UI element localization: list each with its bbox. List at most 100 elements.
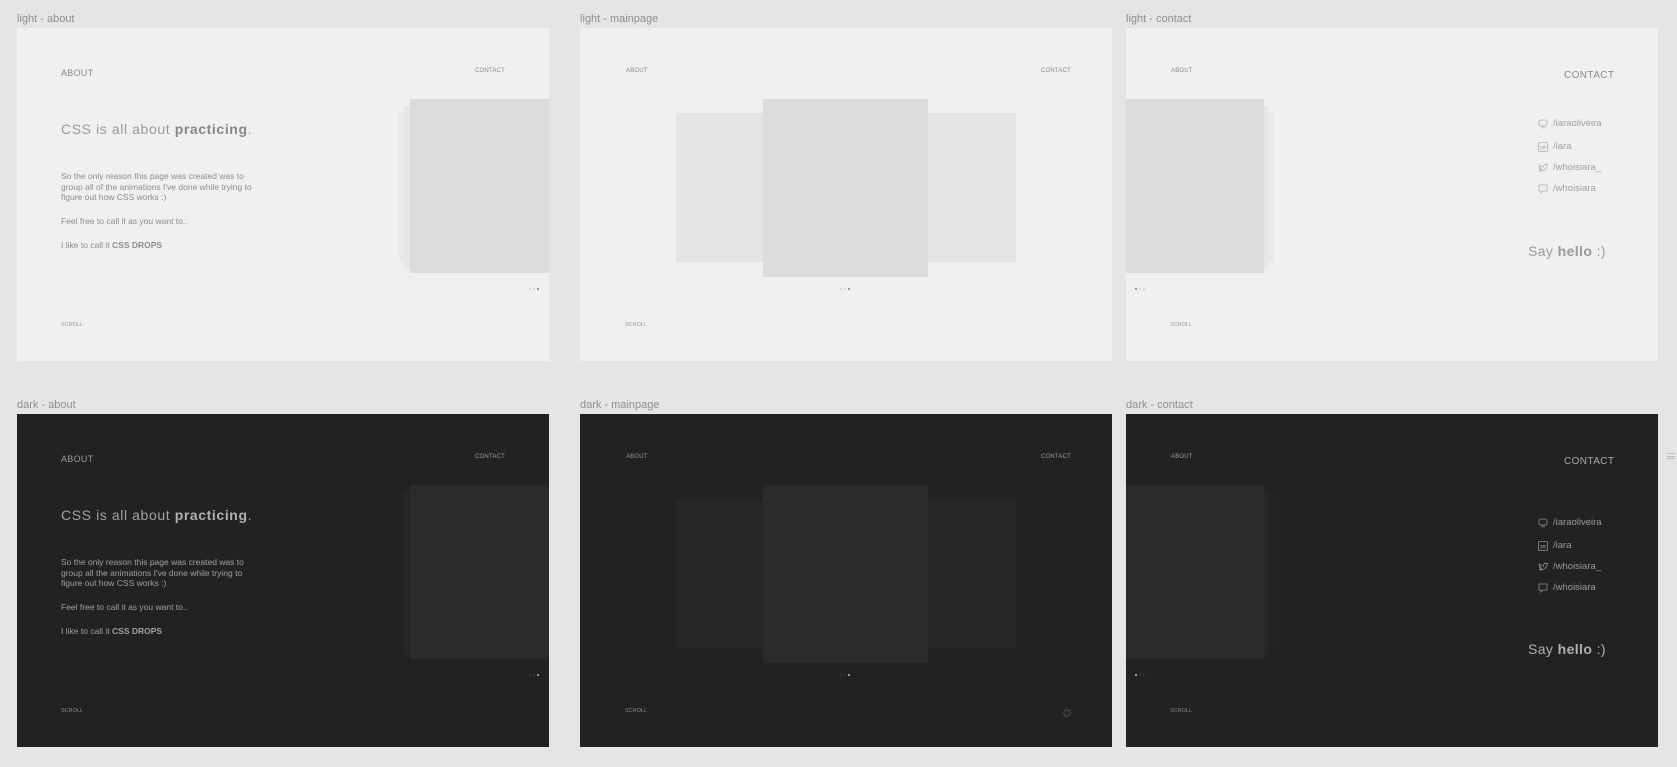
- social-handle[interactable]: /whoisiara_: [1553, 162, 1601, 173]
- headline-text: CSS is all about: [61, 121, 175, 137]
- contact-title: CONTACT: [1564, 70, 1615, 81]
- pagination-dot-active[interactable]: [537, 674, 539, 676]
- paragraph-bold: CSS DROPS: [112, 626, 163, 636]
- paragraph-text: I like to call it: [61, 626, 113, 636]
- pagination-dots: [840, 288, 850, 290]
- nav-about-link[interactable]: ABOUT: [626, 454, 648, 460]
- pagination-dot-active[interactable]: [848, 674, 850, 676]
- github-icon: [1538, 119, 1548, 128]
- social-github[interactable]: /iaraoliveira: [1538, 118, 1602, 129]
- frame-label-light-mainpage: light - mainpage: [580, 13, 659, 25]
- frame-label-dark-contact: dark - contact: [1126, 399, 1193, 411]
- social-handle[interactable]: /iaraoliveira: [1553, 118, 1602, 129]
- card-main[interactable]: [410, 485, 549, 659]
- scroll-hint[interactable]: SCROLL: [625, 708, 647, 714]
- frame-light-mainpage: ABOUT CONTACT SCROLL: [580, 28, 1112, 361]
- github-icon: [1538, 518, 1548, 527]
- frame-dark-mainpage: ABOUT CONTACT SCROLL: [580, 414, 1112, 747]
- nav-about-link[interactable]: ABOUT: [61, 454, 94, 464]
- hello-smiley: :): [1592, 243, 1606, 259]
- contact-title: CONTACT: [1564, 456, 1615, 467]
- linkedin-icon: [1538, 540, 1548, 551]
- pagination-dot[interactable]: [840, 288, 842, 290]
- nav-about-link[interactable]: ABOUT: [626, 68, 648, 74]
- nav-contact-link[interactable]: CONTACT: [475, 454, 505, 460]
- about-paragraph-3: I like to call it CSS DROPS: [61, 240, 261, 251]
- loader-icon: [1062, 708, 1072, 718]
- hello-smiley: :): [1592, 641, 1606, 657]
- pagination-dot[interactable]: [1139, 674, 1141, 676]
- social-twitter[interactable]: /whoisiara_: [1538, 162, 1601, 173]
- about-paragraph-1: So the only reason this page was created…: [61, 171, 252, 202]
- pagination-dot[interactable]: [1143, 674, 1145, 676]
- chat-icon: [1538, 184, 1548, 194]
- frame-light-contact: ABOUT CONTACT /iaraoliveira /iara /whois…: [1126, 28, 1658, 361]
- pagination-dot-active[interactable]: [537, 288, 539, 290]
- social-handle[interactable]: /iara: [1553, 540, 1571, 551]
- scroll-hint[interactable]: SCROLL: [1170, 322, 1192, 328]
- about-paragraph-2: Feel free to call it as you want to..: [61, 602, 188, 612]
- pagination-dot[interactable]: [533, 674, 535, 676]
- about-headline: CSS is all about practicing.: [61, 507, 252, 523]
- pagination-dots: [529, 674, 539, 676]
- social-handle[interactable]: /whoisiara_: [1553, 561, 1601, 572]
- headline-period: .: [247, 121, 253, 137]
- pagination-dot[interactable]: [533, 288, 535, 290]
- hello-text: Say: [1528, 243, 1558, 259]
- canvas-scroll-handle[interactable]: [1667, 453, 1675, 459]
- paragraph-text: I like to call it: [61, 240, 113, 250]
- pagination-dots: [529, 288, 539, 290]
- card-main[interactable]: [763, 99, 928, 277]
- paragraph-bold: CSS DROPS: [112, 240, 163, 250]
- frame-label-dark-mainpage: dark - mainpage: [580, 399, 660, 411]
- linkedin-icon: [1538, 141, 1548, 152]
- nav-contact-link[interactable]: CONTACT: [1041, 68, 1071, 74]
- scroll-hint[interactable]: SCROLL: [61, 708, 83, 714]
- frame-label-light-about: light - about: [17, 13, 75, 25]
- card-main[interactable]: [763, 485, 928, 663]
- social-handle[interactable]: /iaraoliveira: [1553, 517, 1602, 528]
- social-linkedin[interactable]: /iara: [1538, 540, 1571, 551]
- pagination-dots: [840, 674, 850, 676]
- pagination-dot[interactable]: [529, 288, 531, 290]
- about-paragraph-2: Feel free to call it as you want to..: [61, 216, 188, 226]
- say-hello: Say hello :): [1528, 641, 1606, 657]
- chat-icon: [1538, 583, 1548, 593]
- nav-contact-link[interactable]: CONTACT: [475, 68, 505, 74]
- social-handle[interactable]: /whoisiara: [1553, 582, 1596, 593]
- social-handle[interactable]: /whoisiara: [1553, 183, 1596, 194]
- pagination-dot[interactable]: [844, 674, 846, 676]
- nav-about-link[interactable]: ABOUT: [1171, 454, 1193, 460]
- headline-bold: practicing: [174, 507, 248, 523]
- pagination-dot[interactable]: [1139, 288, 1141, 290]
- pagination-dot[interactable]: [840, 674, 842, 676]
- nav-contact-link[interactable]: CONTACT: [1041, 454, 1071, 460]
- nav-about-link[interactable]: ABOUT: [1171, 68, 1193, 74]
- card-main[interactable]: [1126, 99, 1264, 273]
- headline-bold: practicing: [174, 121, 248, 137]
- social-github[interactable]: /iaraoliveira: [1538, 517, 1602, 528]
- about-headline: CSS is all about practicing.: [61, 121, 252, 137]
- social-chat[interactable]: /whoisiara: [1538, 582, 1596, 593]
- pagination-dot-active[interactable]: [1135, 674, 1137, 676]
- card-main[interactable]: [1126, 485, 1264, 659]
- hello-bold: hello: [1557, 641, 1593, 657]
- scroll-hint[interactable]: SCROLL: [1170, 708, 1192, 714]
- nav-about-link[interactable]: ABOUT: [61, 68, 94, 78]
- pagination-dot[interactable]: [1143, 288, 1145, 290]
- frame-label-dark-about: dark - about: [17, 399, 76, 411]
- pagination-dot-active[interactable]: [848, 288, 850, 290]
- about-paragraph-3: I like to call it CSS DROPS: [61, 626, 261, 637]
- social-twitter[interactable]: /whoisiara_: [1538, 561, 1601, 572]
- social-handle[interactable]: /iara: [1553, 141, 1571, 152]
- social-linkedin[interactable]: /iara: [1538, 141, 1571, 152]
- scroll-hint[interactable]: SCROLL: [625, 322, 647, 328]
- pagination-dots: [1135, 288, 1145, 290]
- card-main[interactable]: [410, 99, 549, 273]
- pagination-dot[interactable]: [529, 674, 531, 676]
- pagination-dot[interactable]: [844, 288, 846, 290]
- social-chat[interactable]: /whoisiara: [1538, 183, 1596, 194]
- scroll-hint[interactable]: SCROLL: [61, 322, 83, 328]
- frame-label-light-contact: light - contact: [1126, 13, 1192, 25]
- pagination-dot-active[interactable]: [1135, 288, 1137, 290]
